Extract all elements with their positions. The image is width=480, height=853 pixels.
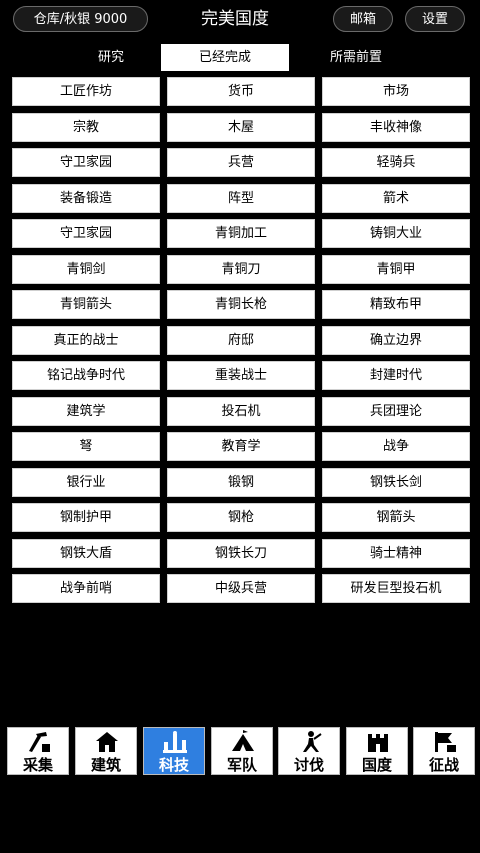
tech-item[interactable]: 宗教: [12, 112, 160, 142]
mailbox-button[interactable]: 邮箱: [333, 6, 393, 32]
tech-item[interactable]: 确立边界: [322, 325, 470, 355]
tech-item[interactable]: 青铜加工: [167, 219, 315, 248]
tech-item[interactable]: 丰收神像: [322, 112, 470, 142]
tech-item[interactable]: 真正的战士: [12, 325, 160, 355]
tech-item[interactable]: 轻骑兵: [322, 148, 470, 177]
tech-item[interactable]: 青铜长枪: [167, 290, 315, 319]
tech-item[interactable]: 木屋: [167, 112, 315, 142]
tech-item[interactable]: 钢铁大盾: [12, 538, 160, 568]
settings-button[interactable]: 设置: [405, 6, 465, 32]
nav-gather-button[interactable]: 采集: [7, 727, 69, 775]
warehouse-button[interactable]: 仓库/秋银 9000: [13, 6, 148, 32]
nav-building-button[interactable]: 建筑: [75, 727, 137, 775]
tech-item[interactable]: 府邸: [167, 325, 315, 355]
nav-label: 国度: [361, 756, 392, 774]
tab-research[interactable]: 研究: [56, 44, 166, 71]
tech-icon: [162, 730, 188, 754]
tech-item[interactable]: 钢箭头: [322, 503, 470, 532]
tech-item[interactable]: 锻钢: [167, 467, 315, 497]
tech-item[interactable]: 青铜刀: [167, 254, 315, 284]
crusade-icon: [297, 730, 323, 754]
tech-item[interactable]: 钢铁长刀: [167, 538, 315, 568]
tech-item[interactable]: 战争: [322, 432, 470, 461]
campaign-icon: [432, 730, 458, 754]
tech-item[interactable]: 钢制护甲: [12, 503, 160, 532]
nav-label: 科技: [158, 756, 189, 774]
tech-item[interactable]: 兵营: [167, 148, 315, 177]
nav-army-button[interactable]: 军队: [211, 727, 273, 775]
tech-item[interactable]: 守卫家园: [12, 148, 160, 177]
tech-item[interactable]: 教育学: [167, 432, 315, 461]
tech-grid: 工匠作坊 货币 市场 宗教 木屋 丰收神像 守卫家园 兵营 轻骑兵 装备锻造 阵型 箭术 守卫家园 青铜加…: [12, 77, 470, 603]
tech-item[interactable]: 青铜箭头: [12, 290, 160, 319]
nav-campaign-button[interactable]: 征战: [413, 727, 475, 775]
tech-item[interactable]: 铭记战争时代: [12, 361, 160, 390]
tech-item[interactable]: 银行业: [12, 467, 160, 497]
tech-item[interactable]: 阵型: [167, 183, 315, 213]
tech-item[interactable]: 铸铜大业: [322, 219, 470, 248]
nav-tech-button[interactable]: 科技: [143, 727, 205, 775]
tech-item[interactable]: 兵团理论: [322, 396, 470, 426]
nav-label: 讨伐: [293, 756, 324, 774]
tech-item[interactable]: 战争前哨: [12, 574, 160, 603]
nav-label: 征战: [428, 756, 459, 774]
tech-item[interactable]: 箭术: [322, 183, 470, 213]
kingdom-icon: [365, 730, 391, 754]
gather-icon: [26, 730, 52, 754]
nav-label: 军队: [226, 756, 257, 774]
tech-item[interactable]: 封建时代: [322, 361, 470, 390]
army-icon: [230, 730, 256, 754]
nav-crusade-button[interactable]: 讨伐: [278, 727, 340, 775]
tech-item[interactable]: 钢铁长剑: [322, 467, 470, 497]
nav-kingdom-button[interactable]: 国度: [346, 727, 408, 775]
building-icon: [94, 730, 120, 754]
tech-item[interactable]: 骑士精神: [322, 538, 470, 568]
page-title: 完美国度: [201, 9, 269, 29]
tech-item[interactable]: 钢枪: [167, 503, 315, 532]
tech-item[interactable]: 市场: [322, 77, 470, 106]
nav-label: 建筑: [90, 756, 121, 774]
tech-item[interactable]: 投石机: [167, 396, 315, 426]
tech-item[interactable]: 青铜甲: [322, 254, 470, 284]
tech-item[interactable]: 弩: [12, 432, 160, 461]
tech-item[interactable]: 中级兵营: [167, 574, 315, 603]
bottom-nav: 采集 建筑 科技 军队 讨伐 国度 征战: [0, 727, 480, 777]
tab-bar: 研究 已经完成 所需前置: [0, 44, 480, 71]
top-bar: 仓库/秋银 9000 完美国度 邮箱 设置: [0, 0, 480, 40]
tab-completed[interactable]: 已经完成: [161, 44, 289, 71]
tech-item[interactable]: 装备锻造: [12, 183, 160, 213]
tech-item[interactable]: 守卫家园: [12, 219, 160, 248]
tech-item[interactable]: 货币: [167, 77, 315, 106]
tech-item[interactable]: 建筑学: [12, 396, 160, 426]
tech-item[interactable]: 研发巨型投石机: [322, 574, 470, 603]
tech-item[interactable]: 青铜剑: [12, 254, 160, 284]
nav-label: 采集: [22, 756, 53, 774]
tab-prerequisites[interactable]: 所需前置: [296, 44, 416, 71]
tech-item[interactable]: 精致布甲: [322, 290, 470, 319]
tech-item[interactable]: 重装战士: [167, 361, 315, 390]
tech-item[interactable]: 工匠作坊: [12, 77, 160, 106]
